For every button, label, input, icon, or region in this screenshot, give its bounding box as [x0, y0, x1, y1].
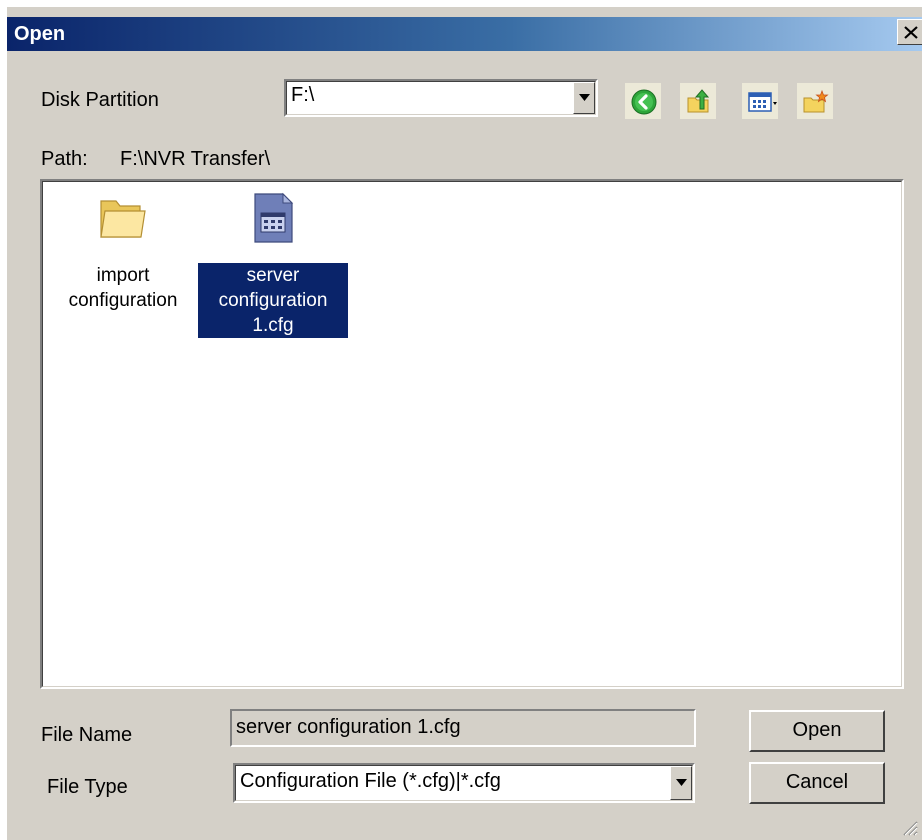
file-type-label: File Type	[47, 776, 128, 798]
path-label: Path:	[41, 148, 88, 170]
disk-partition-label: Disk Partition	[41, 89, 159, 111]
new-folder-icon	[803, 89, 829, 113]
back-button[interactable]	[625, 83, 661, 119]
close-button[interactable]	[897, 19, 922, 45]
up-folder-button[interactable]	[680, 83, 716, 119]
up-folder-icon	[687, 89, 710, 113]
open-dialog: Open Disk Partition F:\ Path: F:\NVR Tra…	[6, 6, 922, 840]
disk-partition-value: F:\	[291, 84, 315, 106]
close-icon	[904, 26, 918, 39]
view-menu-icon	[748, 92, 777, 112]
chevron-down-icon	[579, 94, 590, 101]
open-button[interactable]: Open	[749, 710, 885, 752]
back-icon	[631, 89, 657, 115]
window-title: Open	[14, 23, 66, 45]
file-type-dropdown-button[interactable]	[670, 766, 692, 800]
file-name-field[interactable]: server configuration 1.cfg	[230, 709, 696, 747]
file-name-value: server configuration 1.cfg	[236, 716, 461, 738]
folder-icon	[100, 200, 146, 238]
resize-grip-icon[interactable]	[900, 818, 918, 836]
chevron-down-icon	[676, 779, 687, 786]
file-item-label: server configuration 1.cfg	[198, 263, 348, 338]
file-name-label: File Name	[41, 724, 133, 746]
disk-partition-select[interactable]: F:\	[284, 79, 598, 117]
cfg-file-icon	[254, 192, 294, 243]
disk-partition-dropdown-button[interactable]	[573, 82, 595, 114]
file-item-label: import configuration	[68, 265, 178, 311]
file-type-value: Configuration File (*.cfg)|*.cfg	[240, 770, 501, 792]
new-folder-button[interactable]	[797, 83, 833, 119]
file-type-select[interactable]: Configuration File (*.cfg)|*.cfg	[233, 763, 695, 803]
file-list[interactable]: import configuration server configuratio…	[40, 179, 904, 689]
view-menu-button[interactable]	[742, 83, 778, 119]
title-bar[interactable]: Open	[7, 17, 922, 51]
path-value: F:\NVR Transfer\	[120, 148, 271, 170]
cancel-button[interactable]: Cancel	[749, 762, 885, 804]
